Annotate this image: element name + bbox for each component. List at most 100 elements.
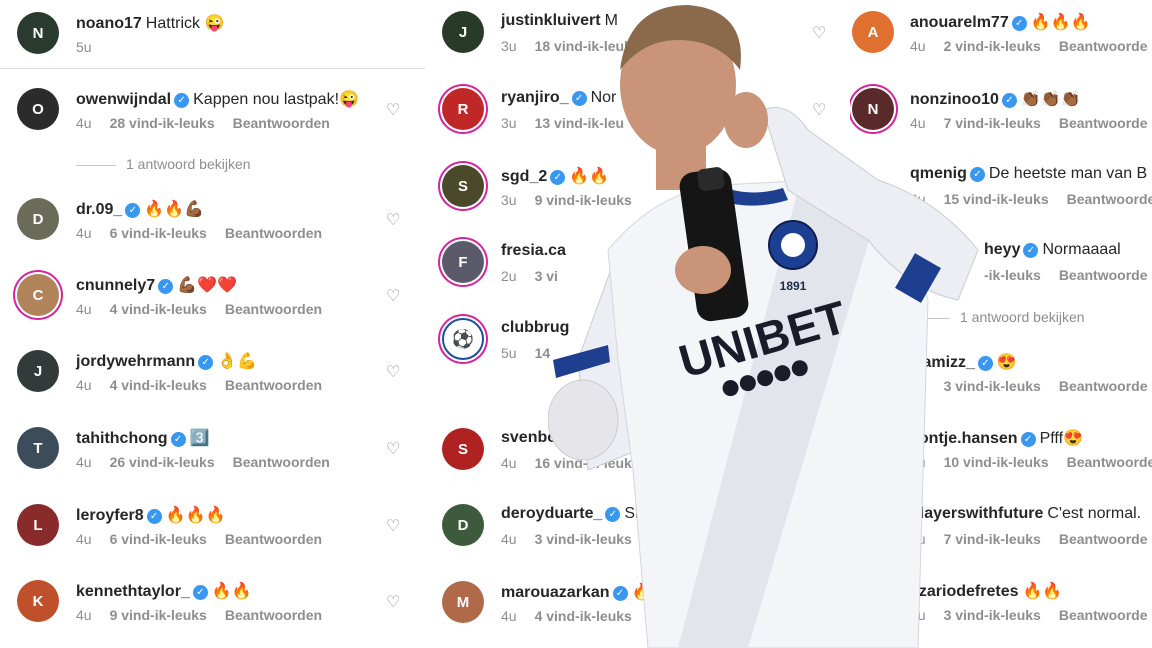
likes-count[interactable]: 6 vind-ik-leuks <box>110 531 207 547</box>
avatar[interactable]: C <box>17 274 59 316</box>
reply-button[interactable]: Beantwoorde <box>1067 454 1152 470</box>
heart-icon[interactable]: ♡ <box>386 592 400 612</box>
comment-text: 🔥🔥 <box>1022 583 1063 600</box>
verified-badge-icon: ✓ <box>125 203 141 218</box>
comment-time: 3u <box>501 192 517 208</box>
username[interactable]: owenwijndal <box>76 91 171 108</box>
username[interactable]: leroyfer8 <box>76 507 144 524</box>
username[interactable]: jordywehrmann <box>76 353 195 370</box>
avatar[interactable]: L <box>17 504 59 546</box>
comment-text: Pfff😍 <box>1039 430 1083 447</box>
reply-button[interactable]: Beantwoorde <box>1059 267 1148 283</box>
verified-badge-icon: ✓ <box>158 279 174 294</box>
likes-count[interactable]: 26 vind-ik-leuks <box>110 454 215 470</box>
reply-button[interactable]: Beantwoorde <box>1067 191 1152 207</box>
avatar[interactable]: M <box>442 581 484 623</box>
comment-time: 4u <box>76 607 92 623</box>
username[interactable]: noano17 <box>76 15 142 32</box>
heart-icon[interactable]: ♡ <box>386 210 400 230</box>
heart-icon[interactable]: ♡ <box>386 439 400 459</box>
comment-text: Hattrick 😜 <box>145 15 225 32</box>
reply-button[interactable]: Beantwoorden <box>233 454 330 470</box>
crest-center <box>781 233 805 257</box>
bottle-hand <box>675 246 731 294</box>
list-item: O owenwijndal ✓ Kappen nou lastpak!😜 4u 28 … <box>0 86 425 146</box>
view-replies-link[interactable]: 1 antwoord bekijken <box>76 156 251 172</box>
reply-button[interactable]: Beantwoorden <box>233 115 330 131</box>
username[interactable]: cnunnely7 <box>76 277 155 294</box>
reply-button[interactable]: Beantwoorde <box>1059 607 1148 623</box>
left-arm-lower <box>548 379 619 461</box>
likes-count[interactable]: 4 vind-ik-leuks <box>110 301 207 317</box>
username[interactable]: tahithchong <box>76 430 168 447</box>
bottle-cap <box>697 167 725 191</box>
list-item: J jordywehrmann ✓ 👌💪 4u 4 vind-ik-leuks Bean… <box>0 348 425 408</box>
reply-button[interactable]: Beantwoorden <box>225 225 322 241</box>
divider <box>0 68 425 69</box>
avatar[interactable]: D <box>442 504 484 546</box>
comment-text: Normaaaal <box>1042 241 1121 258</box>
verified-badge-icon: ✓ <box>1011 16 1027 31</box>
avatar[interactable]: J <box>442 11 484 53</box>
comment-time: 4u <box>501 455 517 471</box>
likes-count[interactable]: -ik-leuks <box>984 267 1041 283</box>
comment-text: 3️⃣ <box>189 430 210 447</box>
likes-count[interactable]: 9 vind-ik-leuks <box>110 607 207 623</box>
comment-time: 3u <box>501 115 517 131</box>
reply-button[interactable]: Beantwoorden <box>225 377 322 393</box>
avatar[interactable]: ⚽ <box>442 318 484 360</box>
list-item: C cnunnely7 ✓ 💪🏾❤️❤️ 4u 4 vind-ik-leuks Bean… <box>0 272 425 332</box>
avatar[interactable]: S <box>442 428 484 470</box>
reply-button[interactable]: Beantwoorde <box>1059 38 1148 54</box>
heart-icon[interactable]: ♡ <box>386 516 400 536</box>
comment-text: 🔥🔥🔥 <box>1030 14 1091 31</box>
comment-text: De heetste man van B <box>988 165 1148 182</box>
club-year: 1891 <box>780 279 807 293</box>
heart-icon[interactable]: ♡ <box>386 286 400 306</box>
reply-button[interactable]: Beantwoorden <box>225 301 322 317</box>
verified-badge-icon: ✓ <box>1001 93 1017 108</box>
avatar[interactable]: S <box>442 165 484 207</box>
avatar[interactable]: R <box>442 88 484 130</box>
reply-button[interactable]: Beantwoorde <box>1059 115 1148 131</box>
likes-count[interactable]: 4 vind-ik-leuks <box>110 377 207 393</box>
comments-column-1: N noano17 Hattrick 😜 5u O owenwijndal ✓ Kap… <box>0 0 425 648</box>
avatar[interactable]: K <box>17 580 59 622</box>
comment-time: 4u <box>76 377 92 393</box>
verified-badge-icon: ✓ <box>146 509 162 524</box>
avatar[interactable]: F <box>442 241 484 283</box>
player-photo: 1891 UNIBET <box>548 5 979 648</box>
avatar[interactable]: J <box>17 350 59 392</box>
likes-count[interactable]: 28 vind-ik-leuks <box>110 115 215 131</box>
list-item: L leroyfer8 ✓ 🔥🔥🔥 4u 6 vind-ik-leuks Beantwo… <box>0 502 425 562</box>
avatar[interactable]: T <box>17 427 59 469</box>
reply-button[interactable]: Beantwoorde <box>1059 378 1148 394</box>
avatar[interactable]: N <box>17 12 59 54</box>
likes-count[interactable]: 6 vind-ik-leuks <box>110 225 207 241</box>
verified-badge-icon: ✓ <box>174 93 190 108</box>
reply-button[interactable]: Beantwoorden <box>225 607 322 623</box>
hand <box>724 92 768 148</box>
reply-button[interactable]: Beantwoorden <box>225 531 322 547</box>
avatar[interactable]: D <box>17 198 59 240</box>
username[interactable]: heyy <box>984 241 1020 258</box>
username[interactable]: kennethtaylor_ <box>76 583 190 600</box>
comment-text: 💪🏾❤️❤️ <box>177 277 237 294</box>
comment-text: Kappen nou lastpak!😜 <box>193 91 359 108</box>
comment-time: 4u <box>76 454 92 470</box>
comment-time: 2u <box>501 268 517 284</box>
heart-icon[interactable]: ♡ <box>386 362 400 382</box>
list-item: T tahithchong ✓ 3️⃣ 4u 26 vind-ik-leuks Bean… <box>0 425 425 485</box>
verified-badge-icon: ✓ <box>170 432 186 447</box>
reply-button[interactable]: Beantwoorde <box>1059 531 1148 547</box>
comment-text: 🔥🔥💪🏾 <box>144 201 205 218</box>
heart-icon[interactable]: ♡ <box>386 100 400 120</box>
comment-text: 🔥🔥 <box>211 583 252 600</box>
username[interactable]: sgd_2 <box>501 168 547 185</box>
list-item: K kennethtaylor_ ✓ 🔥🔥 4u 9 vind-ik-leuks Bea… <box>0 578 425 638</box>
comment-time: 3u <box>501 38 517 54</box>
comment-time: 4u <box>76 301 92 317</box>
username[interactable]: dr.09_ <box>76 201 122 218</box>
comment-time: 4u <box>76 115 92 131</box>
avatar[interactable]: O <box>17 88 59 130</box>
